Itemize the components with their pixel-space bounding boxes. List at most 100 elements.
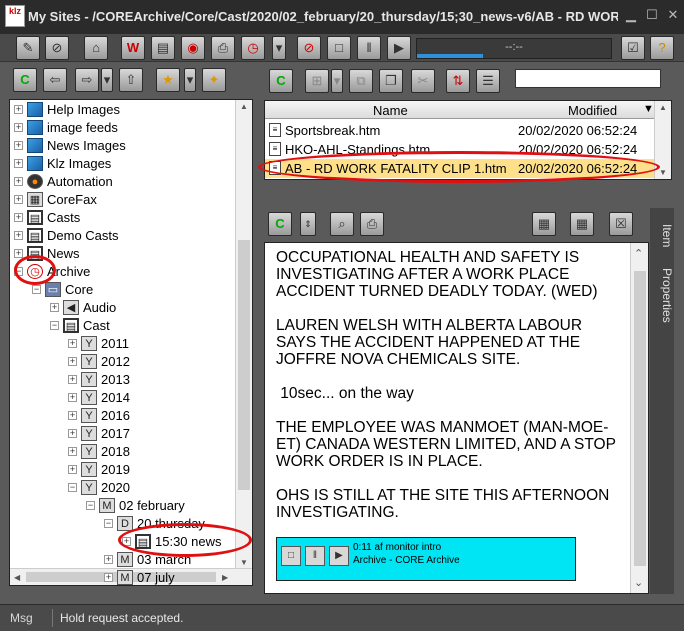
scroll-thumb[interactable] (634, 271, 646, 566)
minimize-button[interactable]: ▁ (624, 8, 638, 22)
sort-arrow-icon[interactable]: ▼ (643, 103, 654, 115)
expand-icon[interactable]: + (68, 357, 77, 366)
close-pane-icon[interactable]: ☒ (609, 212, 633, 236)
favorites-icon[interactable]: ★ (156, 68, 180, 92)
find-icon[interactable]: ⌕ (330, 212, 354, 236)
expand-icon[interactable]: + (68, 465, 77, 474)
play-icon[interactable]: ▶ (329, 546, 349, 566)
collapse-icon[interactable]: − (68, 483, 77, 492)
back-icon[interactable]: ⇦ (43, 68, 67, 92)
tree-node-label: Core (65, 282, 94, 297)
copy-icon[interactable]: ❐ (379, 69, 403, 93)
expand-icon[interactable]: + (14, 249, 23, 258)
tree-toolbar: C ⇦ ⇨ ▾ ⇧ ★ ▾ ✦ (8, 66, 258, 94)
forward-icon[interactable]: ⇨ (75, 68, 99, 92)
spin-icon[interactable]: ⇕ (300, 212, 316, 236)
tree-node-label: 2016 (101, 408, 130, 423)
tab-properties[interactable]: Properties (650, 260, 674, 330)
expand-icon[interactable]: + (104, 555, 113, 564)
refresh-icon[interactable]: C (13, 68, 37, 92)
scroll-right-icon[interactable]: ▶ (222, 573, 228, 582)
collapse-icon[interactable]: − (32, 285, 41, 294)
new-dropdown-icon[interactable]: ▾ (331, 69, 343, 93)
scroll-up-icon[interactable]: ⌃ (634, 247, 643, 260)
grid-icon[interactable]: ▦ (570, 212, 594, 236)
layout-icon[interactable]: ▦ (532, 212, 556, 236)
collapse-icon[interactable]: − (104, 519, 113, 528)
sort-icon[interactable]: ⇅ (446, 69, 470, 93)
expand-icon[interactable]: + (68, 447, 77, 456)
refresh-icon[interactable]: C (269, 69, 293, 93)
pause-icon[interactable]: ‖ (305, 546, 325, 566)
printer-icon[interactable]: ⎙ (211, 36, 235, 60)
tree-node-label: image feeds (47, 120, 118, 135)
disconnect-icon[interactable]: ⊘ (45, 36, 69, 60)
media-progress[interactable]: --:-- (416, 38, 612, 59)
expand-icon[interactable]: + (14, 213, 23, 222)
expand-icon[interactable]: + (14, 195, 23, 204)
story-paragraph: LAUREN WELSH WITH ALBERTA LABOUR SAYS TH… (276, 317, 583, 368)
film-icon[interactable]: ▤ (151, 36, 175, 60)
expand-icon[interactable]: + (14, 231, 23, 240)
maximize-button[interactable]: ☐ (645, 8, 659, 22)
pause-icon[interactable]: ‖ (357, 36, 381, 60)
media-cue-block[interactable]: □ ‖ ▶ 0:11 af monitor intro Archive - CO… (276, 537, 576, 581)
tree-vertical-scrollbar[interactable]: ▲ ▼ (235, 100, 252, 569)
expand-icon[interactable]: + (14, 177, 23, 186)
expand-icon[interactable]: + (68, 393, 77, 402)
file-row[interactable]: ≡ Sportsbreak.htm 20/02/2020 06:52:24 (265, 121, 655, 140)
expand-icon[interactable]: + (14, 141, 23, 150)
close-button[interactable]: ✕ (666, 8, 680, 22)
expand-icon[interactable]: + (68, 429, 77, 438)
expand-icon[interactable]: + (68, 411, 77, 420)
checklist-icon[interactable]: ☑ (621, 36, 645, 60)
forward-dropdown-icon[interactable]: ▾ (101, 68, 113, 92)
copy-disabled-icon[interactable]: ⧉ (349, 69, 373, 93)
square-icon[interactable]: □ (327, 36, 351, 60)
expand-icon[interactable]: + (68, 339, 77, 348)
scroll-down-icon[interactable]: ▼ (240, 558, 248, 567)
audio-icon[interactable]: ◉ (181, 36, 205, 60)
clock-icon[interactable]: ◷ (241, 36, 265, 60)
cut-icon[interactable]: ✂ (411, 69, 435, 93)
favorites-dropdown-icon[interactable]: ▾ (184, 68, 196, 92)
file-modified: 20/02/2020 06:52:24 (518, 123, 638, 138)
expand-icon[interactable]: + (104, 573, 113, 582)
clock-dropdown-icon[interactable]: ▾ (272, 36, 286, 60)
connect-icon[interactable]: ✎ (16, 36, 40, 60)
printer-icon[interactable]: ⎙ (360, 212, 384, 236)
scroll-up-icon[interactable]: ▲ (240, 102, 248, 111)
name-column-header[interactable]: Name (373, 103, 408, 118)
word-icon[interactable]: W (121, 36, 145, 60)
site-tree[interactable]: ▲ ▼ ◀ ▶ + Help Images + image feeds + News Im… (9, 99, 253, 586)
expand-icon[interactable]: + (14, 105, 23, 114)
scroll-left-icon[interactable]: ◀ (14, 573, 20, 582)
tab-item[interactable]: Item (650, 216, 674, 256)
scroll-down-icon[interactable]: ▼ (659, 168, 667, 177)
stop-icon[interactable]: ⊘ (297, 36, 321, 60)
home-icon[interactable]: ⌂ (84, 36, 108, 60)
up-folder-icon[interactable]: ⇧ (119, 68, 143, 92)
tree-node-label: News (47, 246, 80, 261)
expand-icon[interactable]: + (14, 123, 23, 132)
scroll-up-icon[interactable]: ▲ (659, 103, 667, 112)
search-input[interactable] (515, 69, 661, 88)
collapse-icon[interactable]: − (50, 321, 59, 330)
play-icon[interactable]: ▶ (387, 36, 411, 60)
refresh-icon[interactable]: C (268, 212, 292, 236)
expand-icon[interactable]: + (50, 303, 59, 312)
tree-node-label: 2012 (101, 354, 130, 369)
scroll-thumb[interactable] (238, 240, 250, 490)
stop-icon[interactable]: □ (281, 546, 301, 566)
add-favorite-icon[interactable]: ✦ (202, 68, 226, 92)
scroll-down-icon[interactable]: ⌄ (634, 576, 643, 589)
modified-column-header[interactable]: Modified (568, 103, 617, 118)
expand-icon[interactable]: + (14, 159, 23, 168)
status-message: Hold request accepted. (60, 611, 184, 625)
details-view-icon[interactable]: ☰ (476, 69, 500, 93)
new-item-icon[interactable]: ⊞ (305, 69, 329, 93)
story-scrollbar[interactable]: ⌃ ⌄ (630, 243, 648, 593)
help-icon[interactable]: ? (650, 36, 674, 60)
collapse-icon[interactable]: − (86, 501, 95, 510)
expand-icon[interactable]: + (68, 375, 77, 384)
